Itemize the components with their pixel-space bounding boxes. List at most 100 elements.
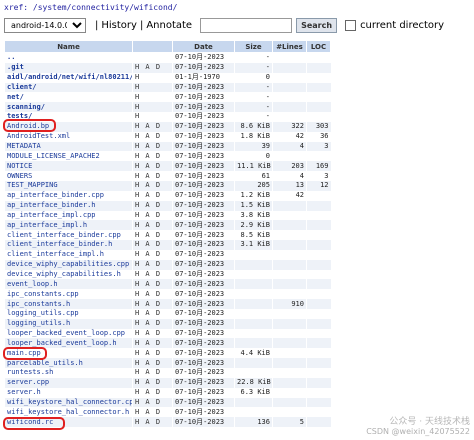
history-links[interactable]: H A D: [132, 180, 173, 191]
file-lines: [272, 52, 307, 63]
file-name-link[interactable]: METADATA: [4, 141, 133, 152]
file-name-link[interactable]: .git: [4, 62, 133, 73]
file-lines: [272, 377, 307, 388]
file-lines: [272, 220, 307, 231]
history-links[interactable]: H A D: [132, 161, 173, 172]
history-links[interactable]: H A D: [132, 220, 173, 231]
history-links[interactable]: H A D: [132, 200, 173, 211]
file-name-link[interactable]: net/: [4, 92, 133, 103]
history-links[interactable]: H A D: [132, 387, 173, 398]
file-name-link[interactable]: client/: [4, 82, 133, 93]
history-links[interactable]: H A D: [132, 210, 173, 221]
file-name-link[interactable]: ipc_constants.h: [4, 299, 133, 309]
history-links[interactable]: H A D: [132, 259, 173, 270]
file-name-link[interactable]: NOTICE: [4, 161, 133, 172]
file-date: 07-10月-2023: [172, 112, 235, 122]
file-name-link[interactable]: OWNERS: [4, 171, 133, 181]
search-input[interactable]: [200, 17, 293, 33]
directory-table: Name Date Size #Lines LOC .. 07-10月-2023-…: [4, 40, 331, 428]
history-links[interactable]: H: [132, 72, 173, 83]
file-size: 1.8 KiB: [234, 131, 273, 142]
history-links[interactable]: H A D: [132, 318, 173, 329]
breadcrumb-path[interactable]: xref: /system/connectivity/wificond/: [4, 3, 177, 12]
file-name-link[interactable]: logging_utils.cpp: [4, 308, 133, 319]
file-name-link[interactable]: wifi_keystore_hal_connector.h: [4, 407, 133, 418]
history-links[interactable]: H A D: [132, 328, 173, 339]
file-name-link[interactable]: ap_interface_binder.h: [4, 200, 133, 211]
annotate-link[interactable]: Annotate: [146, 20, 192, 31]
table-header-row: Name Date Size #Lines LOC: [4, 40, 331, 53]
column-header-date[interactable]: Date: [172, 40, 235, 53]
history-links[interactable]: H: [132, 102, 173, 113]
history-links[interactable]: H A D: [132, 308, 173, 319]
file-loc: [306, 210, 331, 221]
history-links[interactable]: H A D: [132, 368, 173, 378]
history-links[interactable]: H A D: [132, 62, 173, 73]
table-row: client/H 07-10月-2023-: [4, 82, 331, 93]
history-links[interactable]: H A D: [132, 230, 173, 241]
history-links[interactable]: H A D: [132, 279, 173, 290]
file-name-link[interactable]: looper_backed_event_loop.cpp: [4, 328, 133, 339]
history-links[interactable]: H A D: [132, 348, 173, 359]
history-links[interactable]: H A D: [132, 151, 173, 162]
version-select[interactable]: android-14.0.0_r2: [4, 17, 86, 33]
history-links[interactable]: H A D: [132, 397, 173, 408]
history-links[interactable]: H A D: [132, 377, 173, 388]
history-links[interactable]: H A D: [132, 358, 173, 368]
history-links[interactable]: H A D: [132, 269, 173, 280]
history-links[interactable]: H A D: [132, 338, 173, 349]
column-header-name[interactable]: Name: [4, 40, 133, 53]
history-links[interactable]: H: [132, 92, 173, 103]
file-name-link[interactable]: logging_utils.h: [4, 318, 133, 329]
history-link[interactable]: History: [101, 20, 137, 31]
history-links[interactable]: H A D: [132, 190, 173, 201]
file-name-link[interactable]: server.cpp: [4, 377, 133, 388]
file-name-link[interactable]: client_interface_binder.h: [4, 240, 133, 250]
history-links[interactable]: H A D: [132, 171, 173, 181]
file-name-link[interactable]: scanning/: [4, 102, 133, 113]
file-name-link[interactable]: server.h: [4, 387, 133, 398]
file-name-link[interactable]: aidl/android/net/wifi/nl80211/: [4, 72, 133, 83]
file-name-link[interactable]: TEST_MAPPING: [4, 180, 133, 191]
file-name-link[interactable]: ap_interface_impl.cpp: [4, 210, 133, 221]
search-button[interactable]: Search: [296, 17, 338, 33]
history-links[interactable]: H A D: [132, 407, 173, 418]
file-name-link[interactable]: AndroidTest.xml: [4, 131, 133, 142]
history-links[interactable]: H A D: [132, 417, 173, 428]
history-links[interactable]: H: [132, 82, 173, 93]
history-links[interactable]: H A D: [132, 240, 173, 250]
file-date: 07-10月-2023: [172, 377, 235, 388]
history-links[interactable]: H A D: [132, 299, 173, 309]
history-links[interactable]: H A D: [132, 249, 173, 260]
current-directory-checkbox[interactable]: [345, 19, 357, 31]
file-name-link[interactable]: runtests.sh: [4, 368, 133, 378]
file-name-link[interactable]: ipc_constants.cpp: [4, 289, 133, 300]
file-name-link[interactable]: device_wiphy_capabilities.cpp: [4, 259, 133, 270]
table-row: net/H 07-10月-2023-: [4, 92, 331, 103]
file-name-link[interactable]: wifi_keystore_hal_connector.cpp: [4, 397, 133, 408]
file-name-link[interactable]: client_interface_binder.cpp: [4, 230, 133, 241]
file-name-link[interactable]: MODULE_LICENSE_APACHE2: [4, 151, 133, 162]
file-name-link[interactable]: event_loop.h: [4, 279, 133, 290]
file-date: 07-10月-2023: [172, 259, 235, 270]
separator: |: [139, 19, 144, 31]
history-links[interactable]: H A D: [132, 131, 173, 142]
file-name-link[interactable]: client_interface_impl.h: [4, 249, 133, 260]
file-name-link[interactable]: ap_interface_binder.cpp: [4, 190, 133, 201]
file-loc: [306, 190, 331, 201]
history-links[interactable]: H A D: [132, 141, 173, 152]
file-name-link[interactable]: ..: [4, 52, 133, 63]
table-row: runtests.sh H A D 07-10月-2023: [4, 368, 331, 378]
history-links[interactable]: H A D: [132, 121, 173, 132]
history-links[interactable]: H: [132, 112, 173, 122]
file-name-link[interactable]: ap_interface_impl.h: [4, 220, 133, 231]
file-loc: [306, 358, 331, 368]
file-size: 39: [234, 141, 273, 152]
column-header-size[interactable]: Size: [234, 40, 273, 53]
history-links[interactable]: [132, 52, 173, 63]
file-name-link[interactable]: device_wiphy_capabilities.h: [4, 269, 133, 280]
column-header-lines[interactable]: #Lines: [272, 40, 307, 53]
history-links[interactable]: H A D: [132, 289, 173, 300]
file-date: 07-10月-2023: [172, 348, 235, 359]
column-header-loc[interactable]: LOC: [306, 40, 331, 53]
